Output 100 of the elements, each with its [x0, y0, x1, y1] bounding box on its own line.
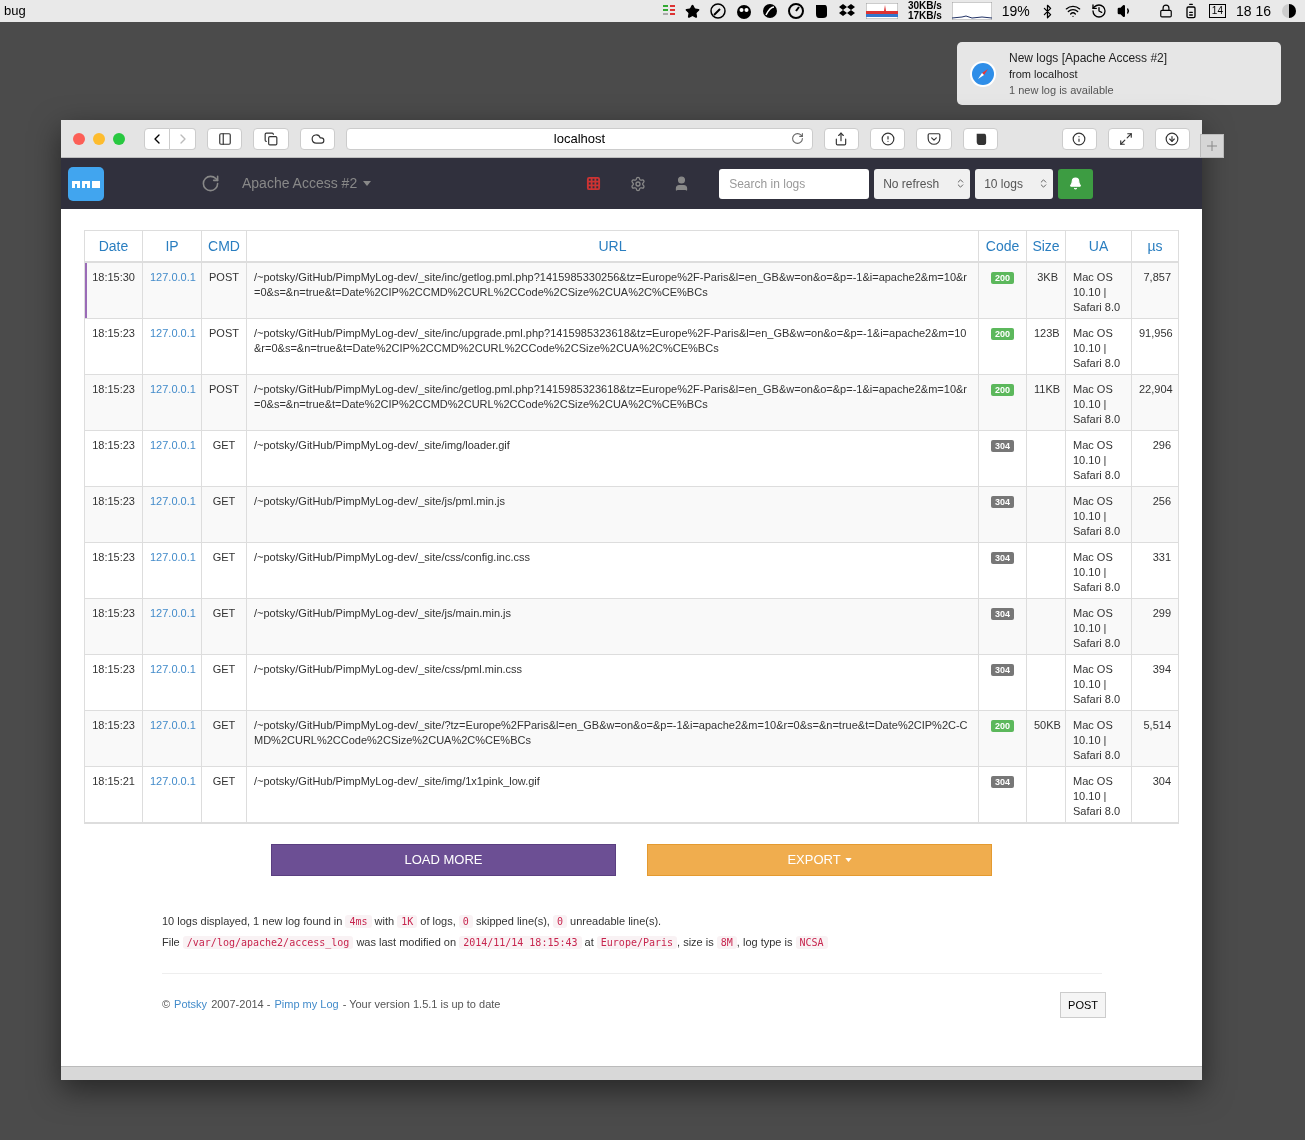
- caret-icon: [363, 181, 372, 186]
- cpu-graph-icon: [951, 2, 992, 20]
- date-cell: 18:15:23: [92, 663, 135, 675]
- date-cell: 18:15:23: [92, 719, 135, 731]
- log-summary-text: 10 logs displayed, 1 new log found in 4ms with 1K of logs, 0 skipped line(s), 0 unreadable line(s).: [162, 914, 663, 930]
- url-cell: /~potsky/GitHub/PimpMyLog-dev/_site/img/1x1pink_low.gif: [254, 775, 540, 787]
- log-selector[interactable]: Apache Access #2: [242, 173, 372, 194]
- notification-message: 1 new log is available: [1009, 82, 1115, 98]
- notification-banner[interactable]: New logs [Apache Access #2] from localhost 1 new log is available: [957, 42, 1281, 105]
- expand-icon: [1118, 131, 1133, 146]
- app-name[interactable]: bug: [4, 1, 26, 21]
- settings-icon: [630, 175, 647, 192]
- search-field[interactable]: Search in logs: [719, 168, 870, 199]
- author-link[interactable]: Potsky: [174, 994, 208, 1014]
- dropbox-icon: [837, 3, 856, 19]
- reload-icon: [790, 132, 804, 145]
- url-cell: /~potsky/GitHub/PimpMyLog-dev/_site/?tz=Europe%2FParis&l=en_GB&w=on&o=&p=-1&i=apache2&m=10&r=0&s=&n=true&t=Date%2CIP%2C-CMD%2CURL%2CCode%2CSize%2CUA%2C%CE%BCs: [254, 719, 968, 746]
- column-header[interactable]: UA: [1066, 231, 1132, 261]
- status-code-label: 200: [991, 272, 1014, 284]
- ip-link[interactable]: 127.0.0.1: [150, 495, 196, 507]
- info-button[interactable]: [1061, 127, 1098, 150]
- date-cell: 18:15:23: [92, 327, 135, 339]
- ip-link[interactable]: 127.0.0.1: [150, 271, 196, 283]
- status-code-label: 200: [991, 720, 1014, 732]
- column-header[interactable]: CMD: [202, 231, 247, 261]
- ip-link[interactable]: 127.0.0.1: [150, 439, 196, 451]
- sidebar-button[interactable]: [207, 127, 243, 150]
- notification-title: New logs [Apache Access #2]: [1009, 49, 1168, 66]
- date-cell: 18:15:23: [92, 607, 135, 619]
- years-text: 2007-2014 -: [211, 997, 271, 1012]
- duration-cell: 299: [1152, 607, 1171, 619]
- user-agent-cell: Mac OS 10.10 | Safari 8.0: [1073, 663, 1121, 705]
- ip-link[interactable]: 127.0.0.1: [150, 383, 196, 395]
- cmd-cell: GET: [212, 775, 236, 787]
- download-button[interactable]: [1154, 127, 1190, 150]
- back-button[interactable]: [144, 127, 170, 150]
- duration-cell: 304: [1152, 775, 1171, 787]
- caret-icon: [844, 858, 852, 862]
- time-machine-icon: [1090, 3, 1107, 19]
- duration-cell: 394: [1152, 663, 1171, 675]
- address-field[interactable]: localhost: [346, 127, 813, 150]
- cloud-icon: [310, 131, 325, 146]
- load-more-button[interactable]: LOAD MORE: [271, 844, 616, 876]
- info-icon: [1072, 131, 1087, 146]
- ip-link[interactable]: 127.0.0.1: [150, 551, 196, 563]
- date-cell: 18:15:23: [92, 495, 135, 507]
- column-header[interactable]: Code: [979, 231, 1027, 261]
- duration-cell: 22,904: [1139, 383, 1173, 395]
- ip-link[interactable]: 127.0.0.1: [150, 719, 196, 731]
- column-header[interactable]: IP: [143, 231, 202, 261]
- cloud-button[interactable]: [299, 127, 336, 150]
- url-cell: /~potsky/GitHub/PimpMyLog-dev/_site/inc/getlog.pml.php?1415985323618&tz=Europe%2F-Paris&l=en_GB&w=on&o=&p=-1&i=apache2&m=10&r=0&s=&n=true&t=Date%2CIP%2CCMD%2CURL%2CCode%2CSize%2CUA%2C%CE%BCs: [254, 383, 967, 410]
- duration-cell: 256: [1152, 495, 1171, 507]
- size-cell: 50KB: [1034, 719, 1061, 731]
- notification-subtitle: from localhost: [1009, 66, 1079, 82]
- app-logo[interactable]: [68, 166, 104, 201]
- star-icon: [684, 3, 700, 19]
- notifications-toggle[interactable]: [1058, 168, 1094, 199]
- status-code-label: 304: [991, 496, 1014, 508]
- cmd-cell: POST: [209, 383, 239, 395]
- ip-link[interactable]: 127.0.0.1: [150, 775, 196, 787]
- ip-link[interactable]: 127.0.0.1: [150, 327, 196, 339]
- duration-cell: 91,956: [1139, 327, 1173, 339]
- size-cell: 123B: [1034, 327, 1060, 339]
- user-agent-cell: Mac OS 10.10 | Safari 8.0: [1073, 775, 1121, 817]
- column-header[interactable]: Size: [1027, 231, 1066, 261]
- user-agent-cell: Mac OS 10.10 | Safari 8.0: [1073, 607, 1121, 649]
- duration-cell: 7,857: [1143, 271, 1171, 283]
- column-header[interactable]: URL: [247, 231, 979, 261]
- ip-link[interactable]: 127.0.0.1: [150, 607, 196, 619]
- cmd-cell: GET: [212, 439, 236, 451]
- grid-icon: [586, 176, 602, 191]
- evernote-button[interactable]: [962, 127, 999, 150]
- share-button[interactable]: [823, 127, 859, 150]
- user-agent-cell: Mac OS 10.10 | Safari 8.0: [1073, 327, 1121, 369]
- column-header[interactable]: Date: [85, 231, 143, 261]
- url-cell: /~potsky/GitHub/PimpMyLog-dev/_site/css/config.inc.css: [254, 551, 531, 563]
- pocket-button[interactable]: [916, 127, 952, 150]
- download-icon: [1165, 131, 1180, 146]
- tabs-button[interactable]: [253, 127, 289, 150]
- status-code-label: 200: [991, 384, 1014, 396]
- status-code-label: 304: [991, 776, 1014, 788]
- cmd-cell: GET: [212, 607, 236, 619]
- column-header[interactable]: µs: [1132, 231, 1179, 261]
- ip-link[interactable]: 127.0.0.1: [150, 663, 196, 675]
- tabs-icon: [264, 131, 279, 146]
- calendar-day-icon[interactable]: 14: [1208, 4, 1226, 18]
- log-count-select[interactable]: 10 logs: [975, 168, 1054, 199]
- cmd-cell: GET: [212, 495, 236, 507]
- upload-speed: 30KB/s: [907, 1, 942, 11]
- password-button[interactable]: [870, 127, 906, 150]
- cmd-cell: GET: [212, 663, 236, 675]
- duration-cell: 5,514: [1143, 719, 1171, 731]
- share-icon: [834, 131, 849, 146]
- product-link[interactable]: Pimp my Log: [274, 994, 339, 1014]
- refresh-select[interactable]: No refresh: [874, 168, 971, 199]
- clock[interactable]: 18 16: [1235, 0, 1271, 22]
- meter-icon: [662, 4, 675, 18]
- download-speed: 17KB/s: [907, 11, 942, 21]
- fullscreen-button[interactable]: [1108, 127, 1144, 150]
